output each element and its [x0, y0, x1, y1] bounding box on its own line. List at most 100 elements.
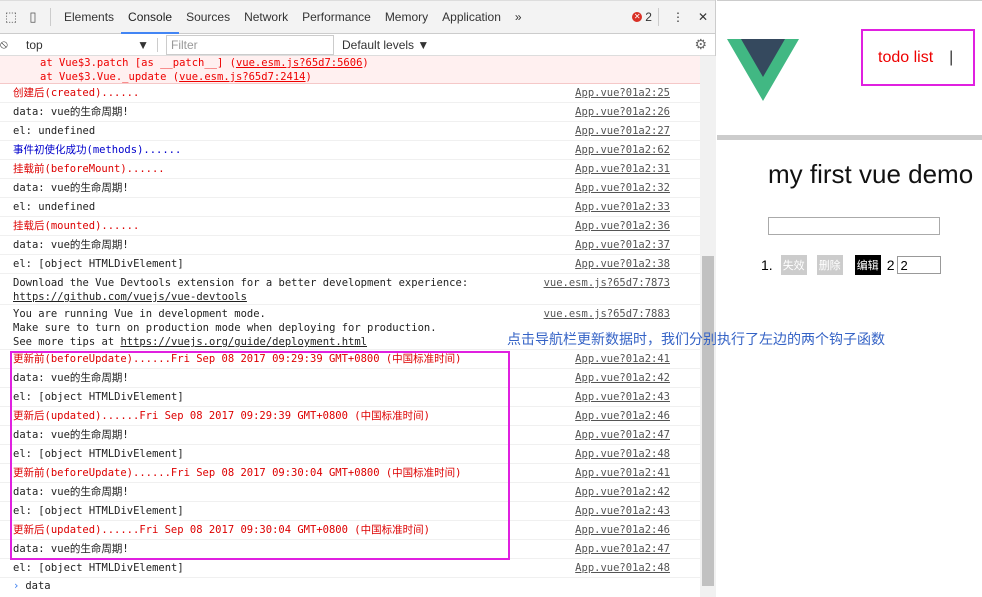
context-select[interactable]: top ▼ [18, 37, 158, 52]
message-text: el: [object HTMLDivElement] [13, 448, 184, 460]
message-text: 更新前(beforeUpdate)......Fri Sep 08 2017 0… [13, 353, 462, 365]
message-text: el: undefined [13, 125, 96, 137]
item-edit-input[interactable] [897, 256, 942, 274]
source-link[interactable]: App.vue?01a2:33 [575, 200, 670, 216]
console-message: 挂载前(beforeMount)...... [13, 162, 575, 178]
console-message: 更新前(beforeUpdate)......Fri Sep 08 2017 0… [13, 352, 575, 368]
tab-network[interactable]: Network [237, 1, 295, 34]
message-text: 挂载前(beforeMount)...... [13, 163, 165, 175]
source-link[interactable]: App.vue?01a2:36 [575, 219, 670, 235]
source-link[interactable]: App.vue?01a2:43 [575, 504, 670, 520]
message-text: 创建后(created)...... [13, 87, 140, 99]
tab-performance[interactable]: Performance [295, 1, 378, 34]
message-text: 事件初使化成功(methods)...... [13, 144, 182, 156]
message-link[interactable]: https://vuejs.org/guide/deployment.html [120, 336, 367, 348]
gear-icon[interactable]: ⚙ [694, 36, 707, 53]
console-prompt[interactable]: › data [0, 578, 700, 594]
nav-bar: todo list | [861, 29, 975, 86]
console-row: 更新后(updated)......Fri Sep 08 2017 09:30:… [0, 521, 700, 540]
source-link[interactable]: App.vue?01a2:42 [575, 485, 670, 501]
console-row: el: [object HTMLDivElement] App.vue?01a2:… [0, 388, 700, 407]
console-message: 事件初使化成功(methods)...... [13, 143, 575, 159]
source-link[interactable]: App.vue?01a2:48 [575, 447, 670, 463]
app-page: todo list | my first vue demo 1. 失效 删除 编辑… [717, 0, 982, 597]
error-stack-trace: at Vue$3.patch [as __patch__] (vue.esm.j… [0, 56, 700, 84]
source-link[interactable]: App.vue?01a2:41 [575, 352, 670, 368]
console-row: data: vue的生命周期! App.vue?01a2:37 [0, 236, 700, 255]
source-link[interactable]: App.vue?01a2:41 [575, 466, 670, 482]
console-row: el: [object HTMLDivElement] App.vue?01a2:… [0, 255, 700, 274]
source-link[interactable]: App.vue?01a2:25 [575, 86, 670, 102]
console-row: Download the Vue Devtools extension for … [0, 274, 700, 305]
log-levels-select[interactable]: Default levels ▼ [342, 38, 429, 52]
source-link[interactable]: App.vue?01a2:32 [575, 181, 670, 197]
message-text: 更新前(beforeUpdate)......Fri Sep 08 2017 0… [13, 467, 462, 479]
console-message: 更新后(updated)......Fri Sep 08 2017 09:30:… [13, 523, 575, 539]
devtools-menu-button[interactable]: ⋮ [665, 1, 691, 34]
console-message: You are running Vue in development mode.… [13, 307, 544, 349]
dropdown-arrow-icon: ▼ [137, 37, 149, 52]
tab-elements[interactable]: Elements [57, 1, 121, 34]
message-text: el: [object HTMLDivElement] [13, 258, 184, 270]
stack-link[interactable]: vue.esm.js?65d7:2414 [179, 71, 305, 83]
console-row: 更新前(beforeUpdate)......Fri Sep 08 2017 0… [0, 464, 700, 483]
message-text: 更新后(updated)......Fri Sep 08 2017 09:30:… [13, 524, 430, 536]
source-link[interactable]: vue.esm.js?65d7:7873 [544, 276, 670, 304]
error-count-badge[interactable]: ✕ 2 [632, 10, 652, 24]
source-link[interactable]: App.vue?01a2:46 [575, 409, 670, 425]
vue-logo-icon [727, 39, 799, 101]
console-message: 创建后(created)...... [13, 86, 575, 102]
message-link[interactable]: https://github.com/vuejs/vue-devtools [13, 291, 247, 303]
more-tabs-button[interactable]: » [508, 1, 529, 34]
source-link[interactable]: App.vue?01a2:47 [575, 428, 670, 444]
item-index: 1. [761, 257, 773, 273]
console-toolbar: ⦸ top ▼ Filter Default levels ▼ ⚙ [0, 34, 715, 56]
stack-line: at Vue$3.patch [as __patch__] (vue.esm.j… [40, 56, 700, 70]
scrollbar-thumb[interactable] [702, 256, 714, 586]
source-link[interactable]: App.vue?01a2:62 [575, 143, 670, 159]
message-text: data: vue的生命周期! [13, 372, 129, 384]
context-value: top [26, 37, 43, 52]
inspect-element-icon[interactable]: ⬚ [0, 9, 22, 25]
delete-button[interactable]: 删除 [816, 255, 843, 275]
message-text: el: undefined [13, 201, 96, 213]
source-link[interactable]: App.vue?01a2:46 [575, 523, 670, 539]
edit-button[interactable]: 编辑 [854, 255, 881, 275]
tab-memory[interactable]: Memory [378, 1, 435, 34]
source-link[interactable]: App.vue?01a2:43 [575, 390, 670, 406]
tab-application[interactable]: Application [435, 1, 508, 34]
source-link[interactable]: App.vue?01a2:27 [575, 124, 670, 140]
console-row: data: vue的生命周期! App.vue?01a2:32 [0, 179, 700, 198]
clear-console-icon[interactable]: ⦸ [0, 37, 14, 52]
tab-console[interactable]: Console [121, 1, 180, 34]
source-link[interactable]: App.vue?01a2:26 [575, 105, 670, 121]
device-toolbar-icon[interactable]: ▯ [22, 9, 44, 25]
message-text: 挂载后(mounted)...... [13, 220, 140, 232]
new-todo-input[interactable] [768, 217, 940, 235]
invalid-button[interactable]: 失效 [780, 255, 807, 275]
console-row: 事件初使化成功(methods)...... App.vue?01a2:62 [0, 141, 700, 160]
stack-text: at Vue$3.Vue._update ( [40, 71, 180, 83]
console-scrollbar[interactable] [700, 56, 716, 597]
message-text: data: vue的生命周期! [13, 543, 129, 555]
prompt-input[interactable]: data [25, 580, 50, 592]
source-link[interactable]: App.vue?01a2:37 [575, 238, 670, 254]
stack-link[interactable]: vue.esm.js?65d7:5606 [236, 57, 362, 69]
console-row: 挂载后(mounted)...... App.vue?01a2:36 [0, 217, 700, 236]
divider [50, 8, 51, 26]
nav-todo-list-link[interactable]: todo list [878, 49, 933, 66]
close-devtools-button[interactable]: ✕ [691, 1, 715, 34]
source-link[interactable]: App.vue?01a2:48 [575, 561, 670, 577]
console-message: data: vue的生命周期! [13, 181, 575, 197]
source-link[interactable]: App.vue?01a2:42 [575, 371, 670, 387]
tab-sources[interactable]: Sources [179, 1, 237, 34]
console-message: el: [object HTMLDivElement] [13, 561, 575, 577]
console-row: data: vue的生命周期! App.vue?01a2:47 [0, 540, 700, 559]
prompt-chevron-icon: › [13, 580, 20, 592]
filter-input[interactable]: Filter [166, 34, 334, 55]
source-link[interactable]: App.vue?01a2:31 [575, 162, 670, 178]
header-divider [717, 135, 982, 140]
message-text: data: vue的生命周期! [13, 429, 129, 441]
source-link[interactable]: App.vue?01a2:47 [575, 542, 670, 558]
source-link[interactable]: App.vue?01a2:38 [575, 257, 670, 273]
